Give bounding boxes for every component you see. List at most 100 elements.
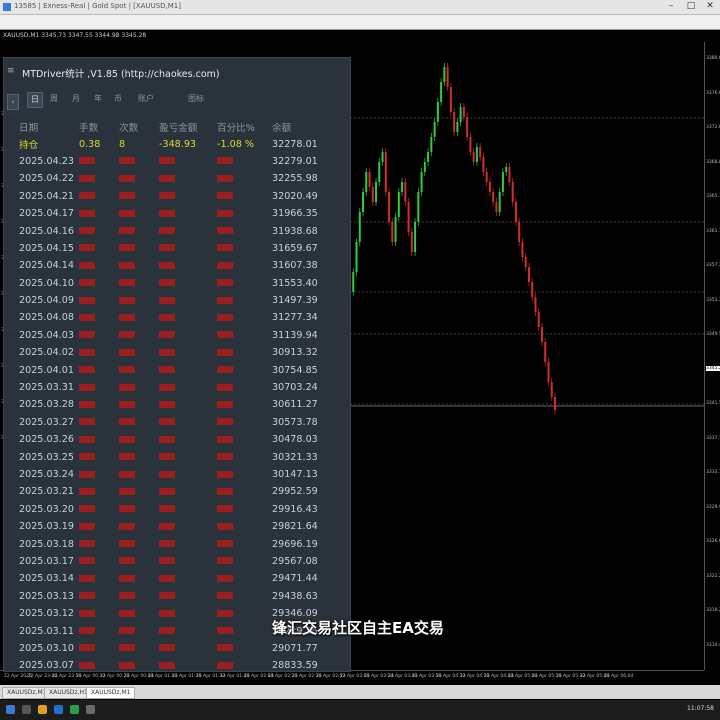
cell-pct — [217, 379, 272, 396]
cell-pnl — [159, 535, 217, 552]
cell-date: 2025.04.14 — [19, 260, 74, 272]
candle-body — [501, 172, 504, 192]
cell-lots — [79, 535, 119, 552]
cell-date: 2025.04.21 — [19, 190, 74, 202]
candle-body — [365, 172, 368, 192]
redacted-value — [79, 661, 95, 669]
terminal-app-icon[interactable] — [70, 705, 79, 714]
redacted-value — [159, 227, 175, 235]
minimize-button[interactable]: – — [664, 1, 678, 12]
redacted-value — [159, 348, 175, 356]
cell-pct — [217, 448, 272, 465]
cell-balance: 29567.08 — [272, 555, 318, 567]
cell-pnl — [159, 222, 217, 239]
maximize-button[interactable]: □ — [684, 1, 698, 12]
redacted-value — [159, 400, 175, 408]
cell-date: 2025.04.16 — [19, 225, 74, 237]
redacted-value — [119, 331, 135, 339]
folder-icon[interactable] — [38, 705, 47, 714]
redacted-value — [79, 627, 95, 635]
table-row: 2025.04.23 32279.01 — [19, 153, 332, 170]
candle-body — [537, 312, 540, 327]
candle-body — [531, 282, 534, 297]
redacted-value — [159, 313, 175, 321]
candle-body — [475, 147, 478, 162]
cell-count — [119, 448, 159, 465]
redacted-value — [79, 157, 95, 165]
redacted-value — [217, 574, 233, 582]
panel-menu-icon[interactable]: ≡ — [7, 66, 17, 76]
panel-tab-5[interactable]: 账户 — [133, 92, 159, 106]
cell-pct — [217, 396, 272, 413]
table-row: 2025.04.03 31139.94 — [19, 327, 332, 344]
cell-count — [119, 553, 159, 570]
cell-date: 2025.03.11 — [19, 625, 74, 637]
redacted-value — [159, 453, 175, 461]
candle-body — [527, 267, 530, 282]
redacted-value — [79, 174, 95, 182]
daily-stats-table: 日期 手数 次数 盈亏金额 百分比% 余额 持仓 0.38 8 -348.93 … — [19, 118, 332, 675]
search-icon[interactable] — [22, 705, 31, 714]
price-axis: 3380.65 3376.66 3372.88 3368.89 3365.10 3361.… — [704, 42, 720, 670]
statistics-panel[interactable]: ≡ MTDriver统计 ,V1.85 (http://chaokes.com)… — [3, 57, 351, 672]
cell-pnl — [159, 466, 217, 483]
cell-balance: 29471.44 — [272, 573, 318, 585]
redacted-value — [119, 557, 135, 565]
cell-pct — [217, 657, 272, 674]
candle-body — [508, 167, 511, 182]
cell-pnl — [159, 292, 217, 309]
table-row: 2025.04.16 31938.68 — [19, 222, 332, 239]
panel-tab-1[interactable]: 周 — [47, 92, 61, 106]
panel-tab-4[interactable]: 币 — [111, 92, 125, 106]
current-price-label: 3345.28 — [706, 366, 720, 371]
cell-date: 2025.03.18 — [19, 538, 74, 550]
cell-pct — [217, 466, 272, 483]
close-button[interactable]: ✕ — [703, 1, 717, 12]
cell-lots — [79, 588, 119, 605]
redacted-value — [79, 592, 95, 600]
cell-pnl — [159, 570, 217, 587]
cell-count — [119, 170, 159, 187]
candle-body — [456, 122, 459, 132]
cell-date: 2025.03.13 — [19, 590, 74, 602]
panel-tab-6[interactable]: 图标 — [183, 92, 209, 106]
browser-icon[interactable] — [54, 705, 63, 714]
summary-pct: -1.08 % — [217, 138, 254, 150]
cell-pnl — [159, 414, 217, 431]
start-icon[interactable] — [6, 705, 15, 714]
redacted-value — [159, 261, 175, 269]
redacted-value — [159, 418, 175, 426]
redacted-value — [79, 453, 95, 461]
panel-tab-3[interactable]: 年 — [91, 92, 105, 106]
candle-body — [453, 112, 456, 132]
panel-header[interactable]: ≡ MTDriver统计 ,V1.85 (http://chaokes.com) — [4, 58, 350, 88]
price-tick: 3357.32 — [706, 263, 720, 268]
col-balance: 余额 — [272, 122, 292, 134]
panel-tab-2[interactable]: 月 — [69, 92, 83, 106]
redacted-value — [79, 557, 95, 565]
cell-pnl — [159, 188, 217, 205]
cell-lots — [79, 309, 119, 326]
redacted-value — [217, 435, 233, 443]
cell-count — [119, 361, 159, 378]
cell-count — [119, 501, 159, 518]
price-tick: 3337.77 — [706, 435, 720, 441]
table-row: 2025.04.17 31966.35 — [19, 205, 332, 222]
redacted-value — [217, 505, 233, 513]
cell-pnl — [159, 275, 217, 292]
redacted-value — [79, 522, 95, 530]
cell-pct — [217, 588, 272, 605]
cell-lots — [79, 327, 119, 344]
redacted-value — [79, 418, 95, 426]
cell-balance: 31139.94 — [272, 329, 318, 341]
cell-count — [119, 431, 159, 448]
summary-row: 持仓 0.38 8 -348.93 -1.08 % 32278.01 — [19, 135, 332, 152]
redacted-value — [159, 609, 175, 617]
chart-tab-2[interactable]: XAUUSDz,M1 — [86, 687, 136, 699]
panel-tab-0[interactable]: 日 — [27, 92, 43, 108]
cell-count — [119, 257, 159, 274]
candle-body — [394, 217, 397, 242]
app-icon-2[interactable] — [86, 705, 95, 714]
cell-date: 2025.03.19 — [19, 521, 74, 533]
cell-pnl — [159, 361, 217, 378]
